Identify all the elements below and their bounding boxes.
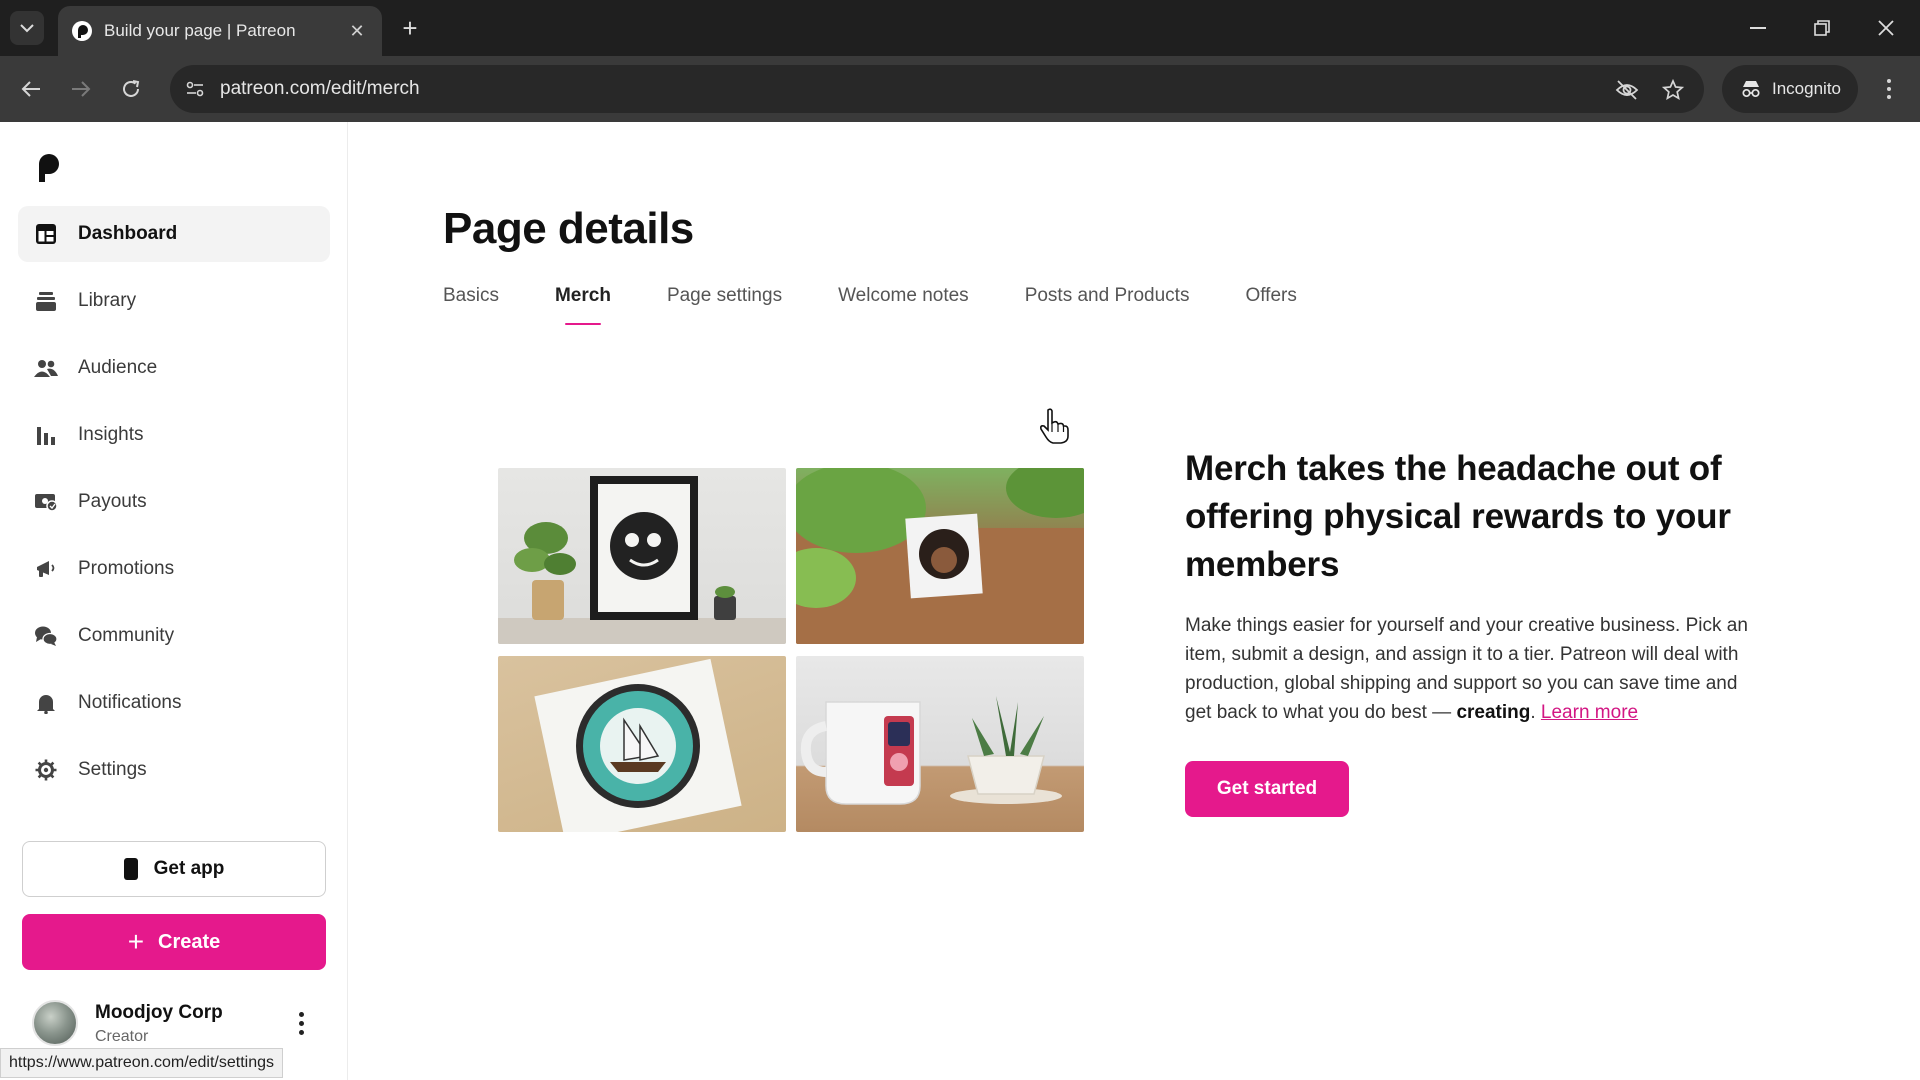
back-button[interactable] [14,72,48,106]
incognito-icon [1742,81,1760,98]
gear-icon [34,758,58,782]
close-tab-icon[interactable]: ✕ [346,20,368,42]
browser-tabstrip: Build your page | Patreon ✕ + [0,0,1920,56]
bell-icon [34,691,58,715]
incognito-badge[interactable]: Incognito [1722,65,1858,113]
sidebar-item-settings[interactable]: Settings [18,742,330,798]
merch-body-end: . [1530,702,1541,723]
sidebar-item-label: Library [78,290,137,311]
plus-icon: + [127,926,145,957]
bookmark-star-icon[interactable] [1660,77,1686,103]
tab-posts-and-products[interactable]: Posts and Products [1025,285,1190,325]
browser-tab-active[interactable]: Build your page | Patreon ✕ [58,6,382,56]
sidebar-item-dashboard[interactable]: Dashboard [18,206,330,262]
close-icon [1878,20,1894,36]
sidebar-item-label: Settings [78,759,147,780]
sidebar-item-library[interactable]: Library [18,273,330,329]
sidebar-item-label: Insights [78,424,144,445]
incognito-label: Incognito [1772,79,1841,98]
sidebar-item-notifications[interactable]: Notifications [18,675,330,731]
sidebar-item-promotions[interactable]: Promotions [18,541,330,597]
tab-basics[interactable]: Basics [443,285,499,325]
sidebar-item-community[interactable]: Community [18,608,330,664]
create-label: Create [158,930,221,953]
sidebar-item-label: Notifications [78,692,182,713]
profile-card[interactable]: Moodjoy Corp Creator [32,998,332,1054]
payouts-icon [34,490,58,514]
tab-welcome-notes[interactable]: Welcome notes [838,285,969,325]
minimize-icon [1750,27,1766,29]
restore-window-button[interactable] [1804,12,1840,44]
sidebar-item-audience[interactable]: Audience [18,340,330,396]
dashboard-icon [34,222,58,246]
forward-button[interactable] [64,72,98,106]
profile-name: Moodjoy Corp [95,1002,223,1023]
merch-image-sticker [796,468,1084,644]
create-button[interactable]: + Create [22,914,326,970]
merch-image-ship-sticker [498,656,786,832]
browser-menu-button[interactable] [1876,74,1902,104]
get-started-button[interactable]: Get started [1185,761,1349,817]
page-title: Page details [443,204,694,253]
merch-body-emphasis: creating [1456,702,1531,723]
minimize-window-button[interactable] [1740,12,1776,44]
merch-image-gallery [498,468,1084,834]
audience-icon [34,356,58,380]
reload-button[interactable] [114,72,148,106]
eye-off-icon[interactable] [1614,77,1640,103]
merch-image-mug [796,656,1084,832]
get-app-button[interactable]: Get app [22,841,326,897]
sidebar-item-payouts[interactable]: Payouts [18,474,330,530]
address-bar[interactable]: patreon.com/edit/merch [170,65,1704,113]
avatar[interactable] [32,1000,78,1046]
sidebar-item-label: Dashboard [78,223,178,244]
tab-page-settings[interactable]: Page settings [667,285,782,325]
merch-heading: Merch takes the headache out of offering… [1185,449,1731,584]
chat-bubbles-icon [34,624,58,648]
chevron-down-icon [20,24,34,33]
close-window-button[interactable] [1868,12,1904,44]
arrow-left-icon [21,81,40,97]
main-content: Page details Basics Merch Page settings … [349,122,1920,1080]
phone-icon [123,858,138,880]
patreon-favicon-icon [72,21,92,41]
profile-menu-button[interactable] [294,1008,308,1038]
sidebar-item-label: Audience [78,357,158,378]
tab-merch[interactable]: Merch [555,285,611,325]
arrow-right-icon [72,81,91,97]
new-tab-button[interactable]: + [396,13,424,43]
merch-description: Make things easier for yourself and your… [1185,611,1765,727]
learn-more-link[interactable]: Learn more [1541,702,1638,723]
link-hover-status: https://www.patreon.com/edit/settings [0,1048,284,1078]
merch-image-art-print [498,468,786,644]
reload-icon [123,80,140,97]
page-details-tabs: Basics Merch Page settings Welcome notes… [443,285,1353,325]
sidebar-item-label: Payouts [78,491,147,512]
tab-search-button[interactable] [10,11,44,45]
tab-title: Build your page | Patreon [104,21,296,40]
profile-role: Creator [95,1028,149,1045]
browser-toolbar: patreon.com/edit/merch Incognito [0,56,1920,122]
insights-icon [34,423,58,447]
patreon-logo-icon[interactable] [36,152,62,182]
library-icon [34,289,58,313]
sidebar-item-label: Promotions [78,558,175,579]
sidebar-item-label: Community [78,625,175,646]
sidebar-item-insights[interactable]: Insights [18,407,330,463]
restore-icon [1814,20,1830,36]
get-app-label: Get app [153,858,225,879]
megaphone-icon [34,557,58,581]
sidebar: Dashboard Library Audience Insights Payo… [0,122,348,1080]
site-settings-icon[interactable] [184,78,206,100]
url-text: patreon.com/edit/merch [220,78,420,99]
tab-offers[interactable]: Offers [1245,285,1296,325]
hand-pointer-cursor-icon [1040,408,1069,444]
